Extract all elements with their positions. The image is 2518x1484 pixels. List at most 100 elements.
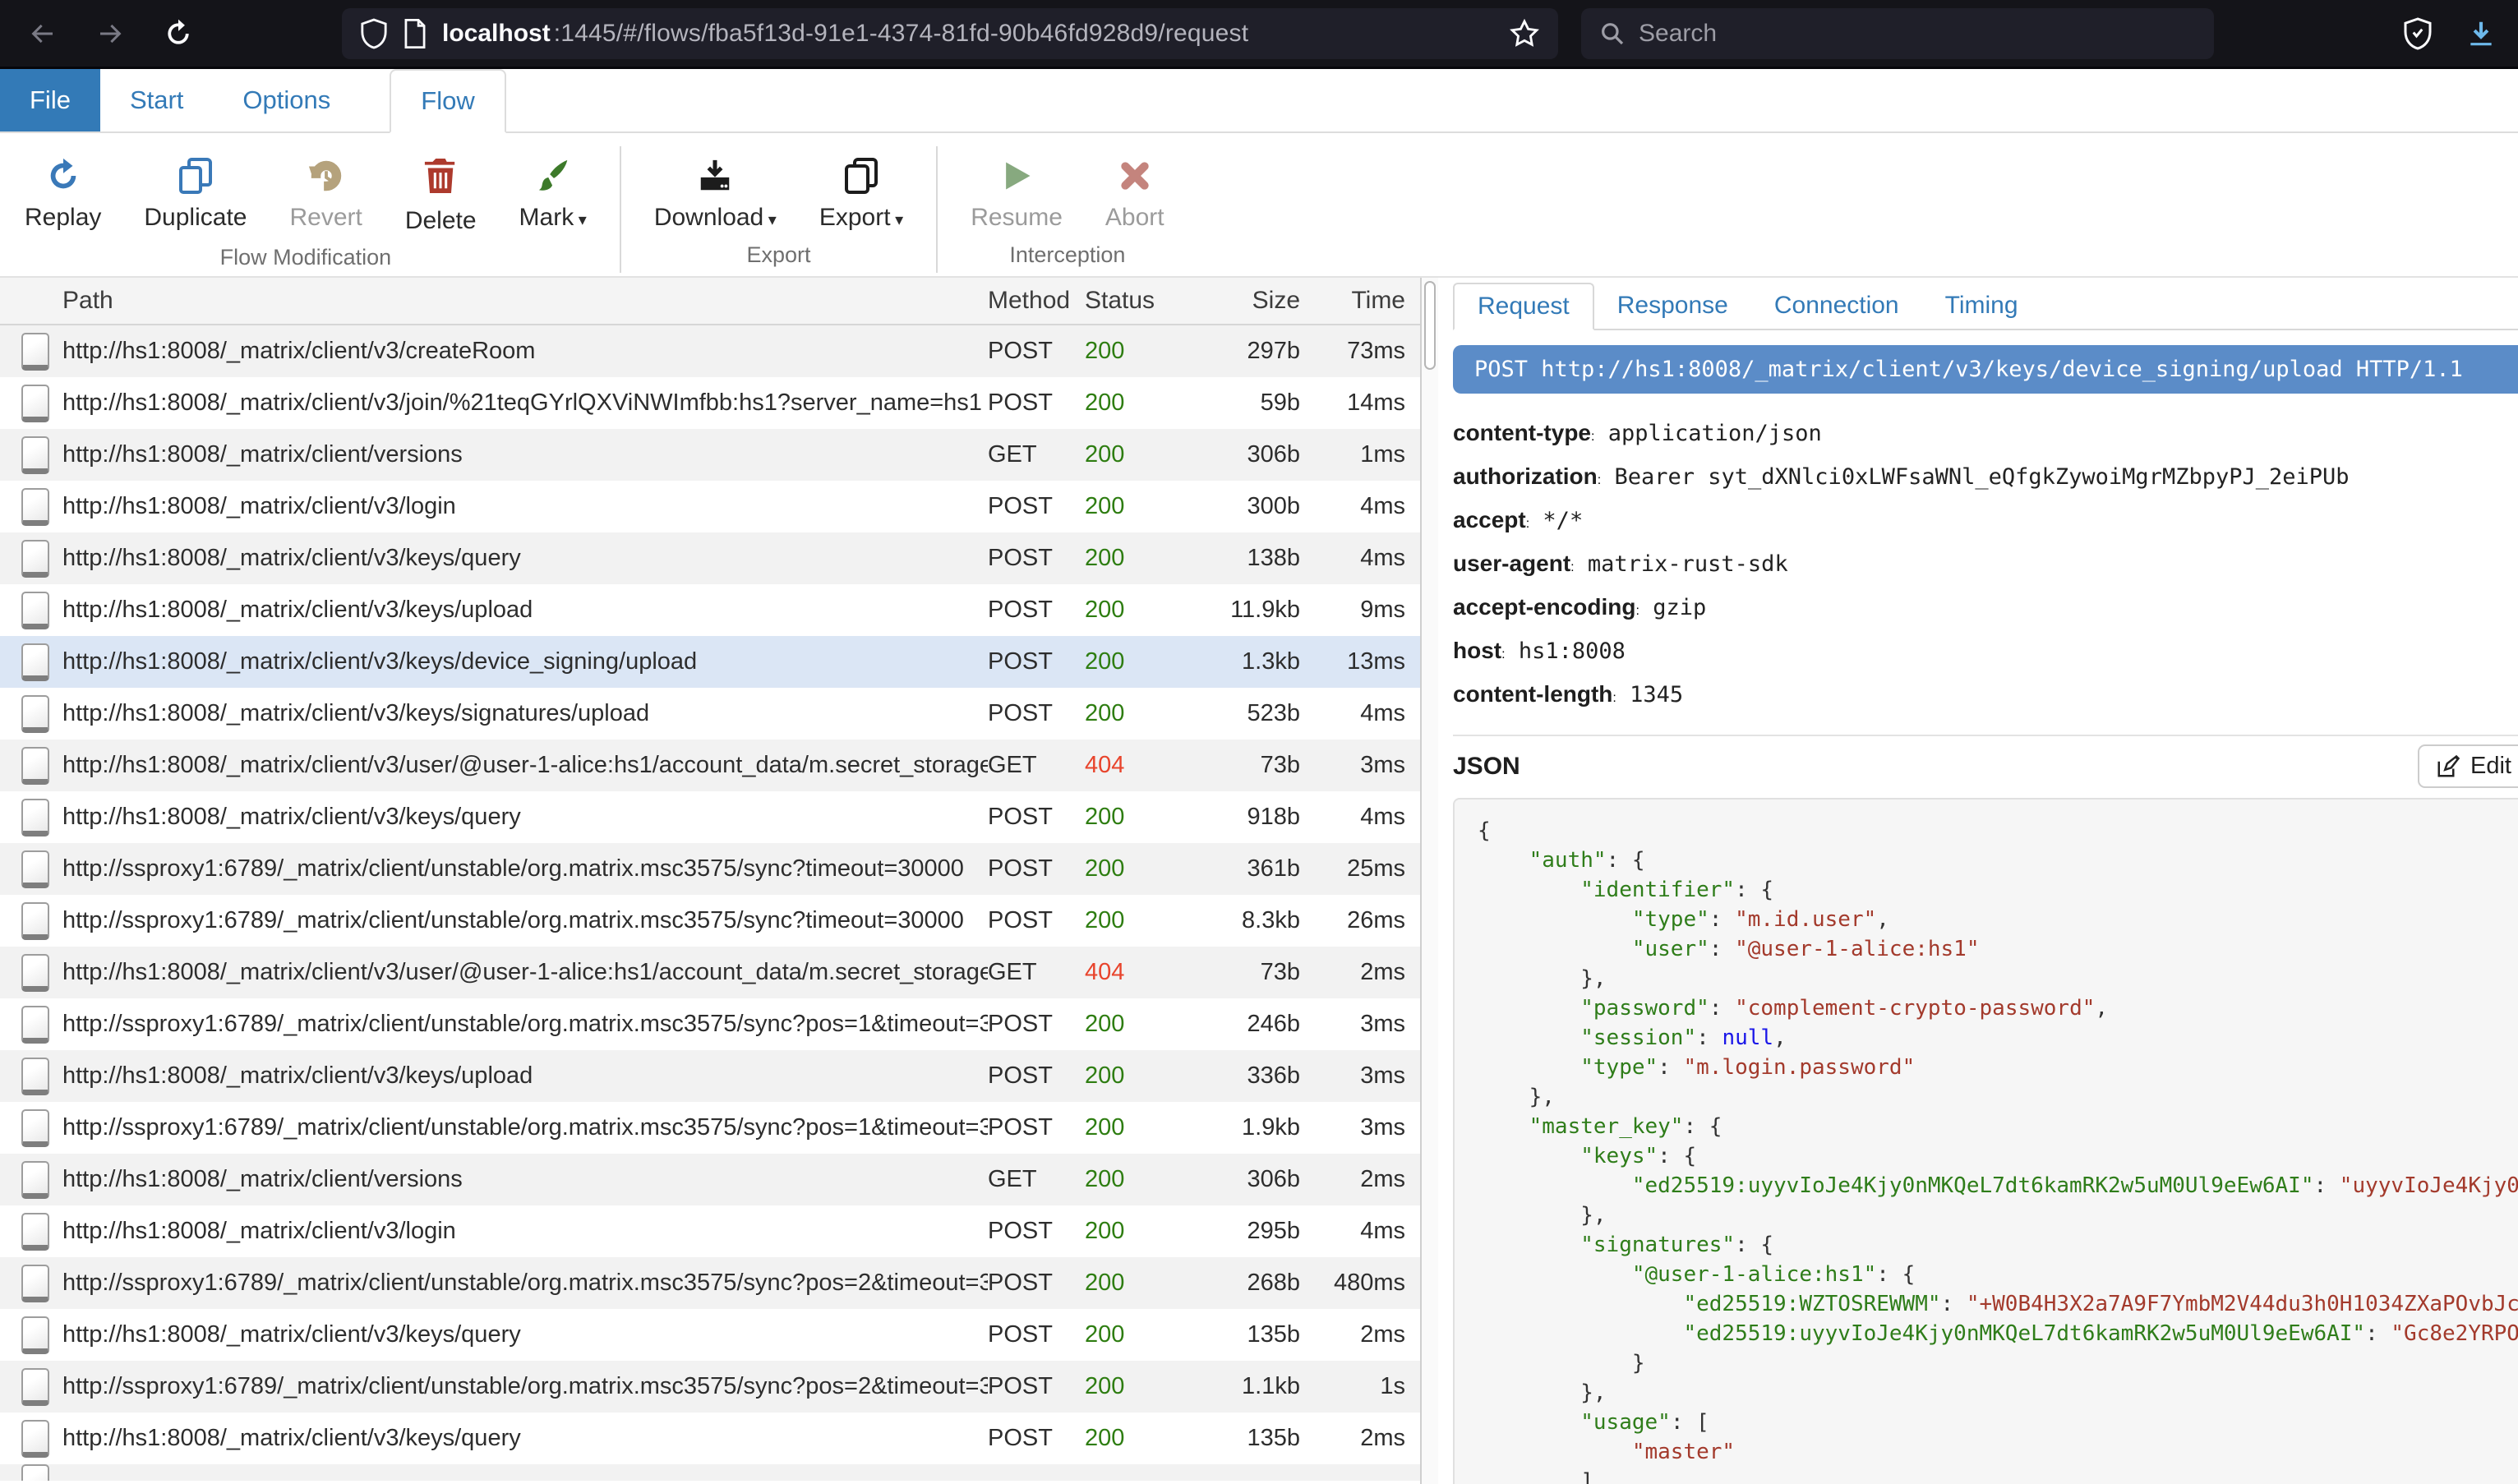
url-bar[interactable]: localhost:1445/#/flows/fba5f13d-91e1-437… [342, 8, 1558, 59]
download-button[interactable]: Download ▾ [633, 141, 798, 237]
menu-tab-options[interactable]: Options [213, 69, 360, 131]
flow-row[interactable]: http://ssproxy1:6789/_matrix/client/unst… [0, 1102, 1420, 1154]
reload-icon[interactable] [163, 18, 194, 49]
search-placeholder: Search [1639, 20, 1717, 48]
flow-row[interactable]: http://ssproxy1:6789/_matrix/client/unst… [0, 843, 1420, 895]
flow-status: 200 [1085, 338, 1180, 365]
flow-path: http://ssproxy1:6789/_matrix/client/unst… [53, 855, 988, 883]
revert-button[interactable]: Revert [268, 141, 383, 237]
mark-button[interactable]: Mark ▾ [498, 141, 608, 237]
flow-method: POST [988, 1062, 1085, 1090]
flow-size: 73b [1180, 959, 1300, 986]
body-format-label: JSON [1453, 753, 1520, 781]
flow-time: 9ms [1300, 597, 1409, 624]
request-first-line[interactable]: POST http://hs1:8008/_matrix/client/v3/k… [1453, 345, 2518, 394]
menu-tab-start[interactable]: Start [100, 69, 213, 131]
flow-row[interactable]: http://hs1:8008/_matrix/client/v3/user/@… [0, 740, 1420, 791]
flow-status: 200 [1085, 389, 1180, 417]
flow-row[interactable]: http://hs1:8008/_matrix/client/v3/loginP… [0, 1205, 1420, 1257]
request-headers: content-type: application/jsonauthorizat… [1453, 413, 2518, 718]
flow-row[interactable]: http://hs1:8008/_matrix/client/v3/keys/s… [0, 688, 1420, 740]
flow-status: 200 [1085, 1114, 1180, 1141]
flow-size: 135b [1180, 1425, 1300, 1452]
menu-tab-file[interactable]: File [0, 69, 100, 131]
flow-doc-icon [21, 1058, 49, 1095]
flow-size: 306b [1180, 441, 1300, 468]
request-body-json[interactable]: { "auth": { "identifier": { "type": "m.i… [1453, 798, 2518, 1484]
toolbar-divider [936, 146, 938, 273]
group-caption: Interception [1009, 237, 1125, 276]
export-button[interactable]: Export ▾ [798, 141, 925, 237]
flow-row[interactable]: http://hs1:8008/_matrix/client/v3/keys/u… [0, 1050, 1420, 1102]
flow-status: 200 [1085, 1166, 1180, 1193]
resume-button[interactable]: Resume [949, 141, 1084, 237]
tab-connection[interactable]: Connection [1751, 283, 1922, 329]
flow-row[interactable]: http://hs1:8008/_matrix/client/versionsG… [0, 429, 1420, 481]
flow-row[interactable]: http://ssproxy1:6789/_matrix/client/unst… [0, 1361, 1420, 1413]
caret-down-icon: ▾ [574, 211, 587, 229]
flow-doc-icon [21, 902, 49, 940]
flow-row[interactable]: http://hs1:8008/_matrix/client/v3/keys/q… [0, 1309, 1420, 1361]
flow-doc-icon [21, 954, 49, 992]
flow-row[interactable]: http://ssproxy1:6789/_matrix/client/unst… [0, 895, 1420, 947]
flow-row[interactable]: http://hs1:8008/_matrix/client/v3/keys/d… [0, 636, 1420, 688]
flow-row[interactable]: http://hs1:8008/_matrix/client/v3/keys/q… [0, 791, 1420, 843]
flow-method: POST [988, 1425, 1085, 1452]
col-time[interactable]: Time [1300, 287, 1409, 315]
tab-timing[interactable]: Timing [1922, 283, 2041, 329]
flow-size: 306b [1180, 1166, 1300, 1193]
forward-icon[interactable] [95, 19, 125, 48]
flow-time: 3ms [1300, 752, 1409, 779]
back-icon[interactable] [28, 19, 58, 48]
flow-row[interactable]: http://hs1:8008/_matrix/client/v3/create… [0, 325, 1420, 377]
replay-button[interactable]: Replay [3, 141, 122, 237]
scrollbar-thumb[interactable] [1424, 281, 1436, 370]
flow-row[interactable]: http://hs1:8008/_matrix/client/v3/user/@… [0, 947, 1420, 998]
flow-path: http://ssproxy1:6789/_matrix/client/unst… [53, 1114, 988, 1141]
flow-list-scrollbar[interactable] [1420, 278, 1438, 1484]
flow-method: POST [988, 493, 1085, 520]
flow-status: 200 [1085, 1011, 1180, 1038]
browser-search-bar[interactable]: Search [1581, 8, 2214, 59]
col-status[interactable]: Status [1085, 287, 1180, 315]
flow-row[interactable]: http://hs1:8008/_matrix/client/v3/loginP… [0, 481, 1420, 532]
request-header: accept: */* [1453, 500, 2518, 544]
menu-tab-flow[interactable]: Flow [390, 69, 505, 133]
page-info-icon[interactable] [403, 19, 427, 48]
edit-button[interactable]: Edit [2418, 744, 2518, 788]
tab-response[interactable]: Response [1594, 283, 1751, 329]
flow-row[interactable]: http://hs1:8008/_matrix/client/v3/keys/q… [0, 1413, 1420, 1464]
flow-path: http://hs1:8008/_matrix/client/v3/keys/u… [53, 597, 988, 624]
delete-button[interactable]: ​ Delete [384, 141, 498, 240]
downloads-icon[interactable] [2465, 18, 2497, 49]
flow-size: 135b [1180, 1321, 1300, 1348]
flow-status: 200 [1085, 1373, 1180, 1400]
duplicate-button[interactable]: Duplicate [122, 141, 268, 237]
flow-row[interactable]: http://ssproxy1:6789/_matrix/client/unst… [0, 1257, 1420, 1309]
col-method[interactable]: Method [988, 287, 1085, 315]
col-size[interactable]: Size [1180, 287, 1300, 315]
flow-size: 8.3kb [1180, 907, 1300, 934]
flow-method: GET [988, 1166, 1085, 1193]
flow-path: http://ssproxy1:6789/_matrix/client/unst… [53, 907, 988, 934]
flow-row[interactable]: http://hs1:8008/_matrix/client/versionsG… [0, 1154, 1420, 1205]
protection-shield-icon[interactable] [2403, 17, 2433, 50]
abort-button[interactable]: Abort [1084, 141, 1186, 237]
flow-method: POST [988, 1373, 1085, 1400]
flow-row[interactable]: http://hs1:8008/_matrix/client/v3/keys/q… [0, 532, 1420, 584]
flow-size: 297b [1180, 338, 1300, 365]
flow-path: http://ssproxy1:6789/_matrix/client/unst… [53, 1270, 988, 1297]
flow-doc-icon [21, 436, 49, 474]
flow-method: GET [988, 959, 1085, 986]
request-header: content-length: 1345 [1453, 675, 2518, 718]
flow-row[interactable]: http://hs1:8008/_matrix/client/v3/keys/u… [0, 584, 1420, 636]
bookmark-star-icon[interactable] [1509, 18, 1540, 49]
flow-time: 73ms [1300, 338, 1409, 365]
flow-size: 138b [1180, 545, 1300, 572]
col-path[interactable]: Path [53, 287, 988, 315]
shield-icon[interactable] [360, 18, 388, 49]
flow-row[interactable]: http://hs1:8008/_matrix/client/v3/join/%… [0, 377, 1420, 429]
tab-request[interactable]: Request [1453, 283, 1594, 330]
flow-row[interactable] [0, 1464, 1420, 1481]
flow-row[interactable]: http://ssproxy1:6789/_matrix/client/unst… [0, 998, 1420, 1050]
